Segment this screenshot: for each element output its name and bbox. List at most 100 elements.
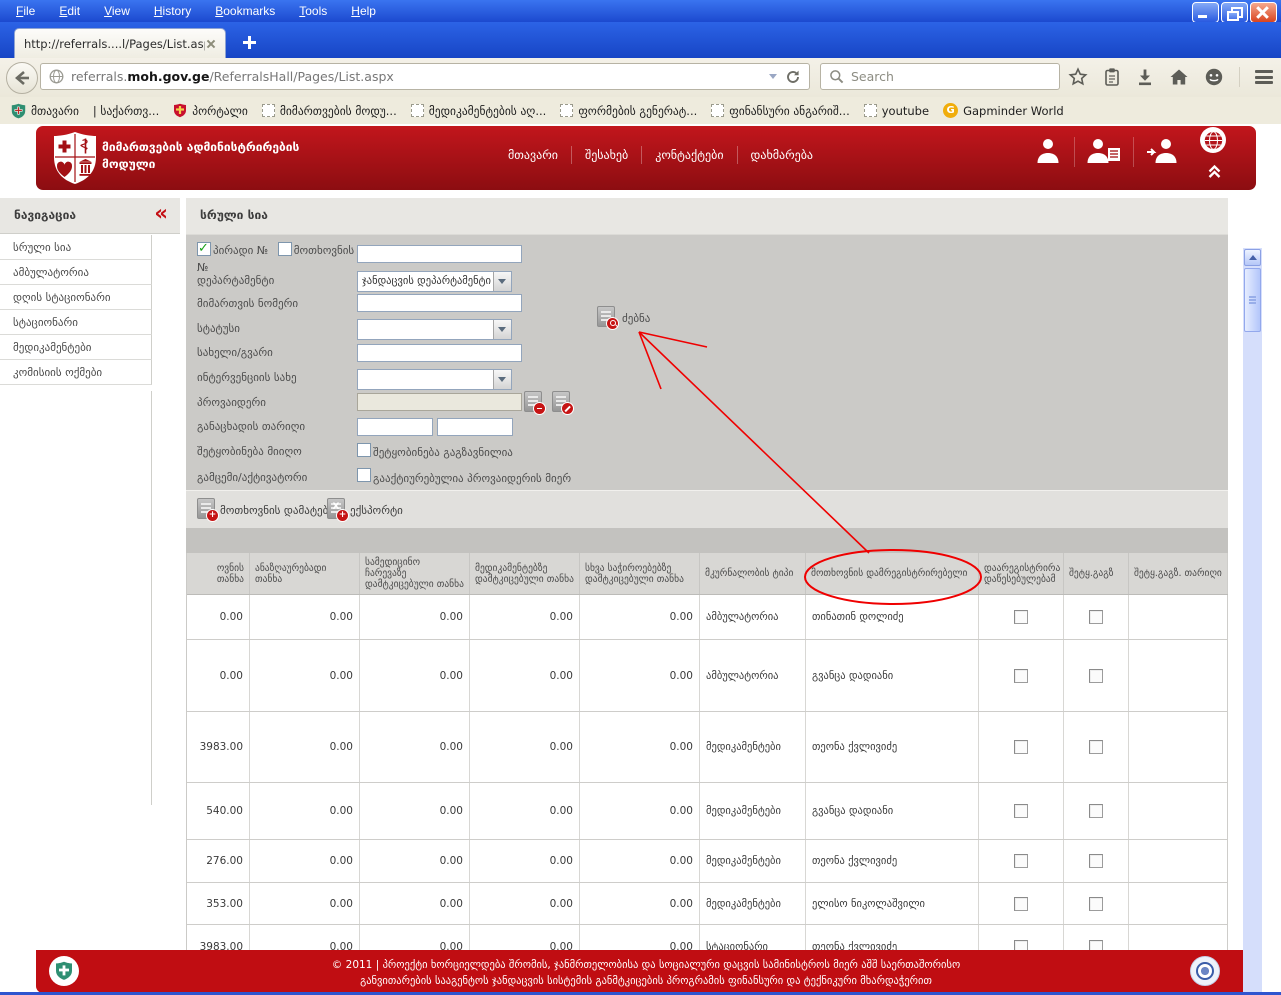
search-input[interactable]: Search <box>820 63 1060 90</box>
chevron-down-icon[interactable] <box>493 272 511 291</box>
clipboard-icon[interactable] <box>1103 67 1121 87</box>
user-icon[interactable] <box>1022 137 1074 167</box>
bookmark-item[interactable]: მედიკამენტების აღ... <box>406 104 552 118</box>
chat-icon[interactable] <box>1204 67 1224 87</box>
collapse-header-icon[interactable] <box>1206 162 1223 183</box>
sidebar-item-medications[interactable]: მედიკამენტები <box>0 335 152 360</box>
sidebar-collapse-icon[interactable]: « <box>154 201 168 225</box>
bookmark-item[interactable]: GGapminder World <box>938 103 1069 118</box>
col-header-notification-date[interactable]: შეტყ.გაგზ. თარიღი <box>1129 553 1228 594</box>
col-header-reimbursable-amount[interactable]: ანაზღაურებადი თანხა <box>250 553 360 594</box>
request-no-checkbox[interactable] <box>278 242 292 256</box>
notification-sent-checkbox[interactable] <box>357 443 371 457</box>
registered-checkbox[interactable] <box>1014 740 1028 754</box>
notified-checkbox[interactable] <box>1089 669 1103 683</box>
registered-checkbox[interactable] <box>1014 854 1028 868</box>
department-select[interactable]: ჯანდაცვის დეპარტამენტი (მე <box>357 271 512 292</box>
col-header-request-amount[interactable]: ოვნის თანხა <box>187 553 250 594</box>
name-input[interactable] <box>357 344 522 362</box>
vertical-scrollbar[interactable] <box>1243 248 1262 995</box>
sidebar-item-day-hospital[interactable]: დღის სტაციონარი <box>0 285 152 310</box>
registered-checkbox[interactable] <box>1014 804 1028 818</box>
export-icon[interactable]: X+ <box>327 498 345 519</box>
date-from-input[interactable] <box>357 418 433 436</box>
col-header-notification-sent[interactable]: შეტყ.გაგზ <box>1064 553 1129 594</box>
bookmark-item[interactable]: მთავარი <box>6 103 84 119</box>
provider-clear-icon[interactable] <box>552 391 570 412</box>
back-button[interactable] <box>6 62 38 94</box>
add-request-icon[interactable]: + <box>197 498 215 519</box>
sidebar-item-hospital[interactable]: სტაციონარი <box>0 310 152 335</box>
col-header-registrar[interactable]: მოთხოვნის დამრეგისტრირებელი <box>806 553 979 594</box>
status-select[interactable] <box>357 319 512 340</box>
menu-view[interactable]: View <box>104 4 130 18</box>
menu-file[interactable]: File <box>16 4 35 18</box>
bookmark-item[interactable]: ფინანსური ანგარიშ... <box>706 104 854 118</box>
export-button[interactable]: ექსპორტი <box>350 504 403 517</box>
restore-button[interactable] <box>1221 2 1248 23</box>
activated-checkbox[interactable] <box>357 468 371 482</box>
new-tab-button[interactable] <box>238 32 262 54</box>
col-header-medical-approved[interactable]: სამედიცინო ჩარევაზე დამტკიცებული თანხა <box>360 553 470 594</box>
menu-edit[interactable]: Edit <box>59 4 80 18</box>
bookmark-item[interactable]: მიმართვების მოდუ... <box>257 104 402 118</box>
bookmark-star-icon[interactable] <box>1068 67 1088 87</box>
col-header-registered-by-institution[interactable]: დაარეგისტრირა დაწესებულებამ <box>979 553 1064 594</box>
notified-checkbox[interactable] <box>1089 897 1103 911</box>
sidebar-item-commission-protocols[interactable]: კომისიის ოქმები <box>0 360 152 385</box>
notified-checkbox[interactable] <box>1089 854 1103 868</box>
scroll-up-button[interactable] <box>1244 249 1261 266</box>
home-icon[interactable] <box>1169 68 1189 86</box>
active-tab[interactable]: http://referrals....l/Pages/List.aspx <box>14 28 226 58</box>
registered-checkbox[interactable] <box>1014 610 1028 624</box>
scrollbar-thumb[interactable] <box>1244 268 1261 332</box>
sidebar-item-ambulatory[interactable]: ამბულატორია <box>0 260 152 285</box>
nav-help[interactable]: დახმარება <box>738 146 827 164</box>
date-to-input[interactable] <box>437 418 513 436</box>
sidebar-item-full-list[interactable]: სრული სია <box>0 235 152 260</box>
search-records-button[interactable] <box>597 306 615 327</box>
referral-number-input[interactable] <box>357 294 522 312</box>
nav-about[interactable]: შესახებ <box>572 146 642 164</box>
menu-history[interactable]: History <box>154 4 191 18</box>
bookmark-item[interactable]: | საქართვ... <box>88 104 164 118</box>
tab-close-icon[interactable] <box>205 38 216 50</box>
provider-select-icon[interactable] <box>524 391 542 412</box>
personal-no-checkbox[interactable] <box>197 242 211 256</box>
minimize-button[interactable] <box>1192 2 1219 23</box>
notified-checkbox[interactable] <box>1089 804 1103 818</box>
close-button[interactable] <box>1250 2 1277 23</box>
id-number-input[interactable] <box>357 245 522 263</box>
nav-contacts[interactable]: კონტაქტები <box>642 146 737 164</box>
user-login-icon[interactable] <box>1133 137 1190 167</box>
menu-hamburger-icon[interactable] <box>1255 70 1273 84</box>
intervention-select[interactable] <box>357 369 512 390</box>
notified-checkbox[interactable] <box>1089 610 1103 624</box>
menu-help[interactable]: Help <box>351 4 376 18</box>
bookmark-item[interactable]: youtube <box>859 104 934 118</box>
url-dropdown-icon[interactable] <box>769 74 777 79</box>
chevron-down-icon[interactable] <box>493 370 511 389</box>
add-request-button[interactable]: მოთხოვნის დამატება <box>220 504 334 517</box>
bookmark-item[interactable]: ფორმების გენერატ... <box>555 104 702 118</box>
chevron-down-icon[interactable] <box>493 320 511 339</box>
footer-usaid-seal <box>1190 956 1220 986</box>
address-bar[interactable]: referrals.moh.gov.ge/ReferralsHall/Pages… <box>40 63 810 90</box>
registered-checkbox[interactable] <box>1014 897 1028 911</box>
col-header-other-approved[interactable]: სხვა საჭიროებებზე დამტკიცებული თანხა <box>580 553 700 594</box>
menu-tools[interactable]: Tools <box>299 4 327 18</box>
notified-checkbox[interactable] <box>1089 940 1103 950</box>
user-list-icon[interactable] <box>1074 137 1133 167</box>
registered-checkbox[interactable] <box>1014 669 1028 683</box>
language-globe-icon[interactable] <box>1200 127 1226 153</box>
notified-checkbox[interactable] <box>1089 740 1103 754</box>
col-header-medications-approved[interactable]: მედიკამენტებზე დამტკიცებული თანხა <box>470 553 580 594</box>
menu-bookmarks[interactable]: Bookmarks <box>215 4 275 18</box>
bookmark-item[interactable]: პორტალი <box>168 103 253 118</box>
registered-checkbox[interactable] <box>1014 940 1028 950</box>
reload-icon[interactable] <box>785 69 801 85</box>
col-header-treatment-type[interactable]: მკურნალობის ტიპი <box>700 553 806 594</box>
search-button-label[interactable]: ძებნა <box>622 312 650 325</box>
nav-main[interactable]: მთავარი <box>495 146 572 164</box>
downloads-icon[interactable] <box>1136 68 1154 86</box>
